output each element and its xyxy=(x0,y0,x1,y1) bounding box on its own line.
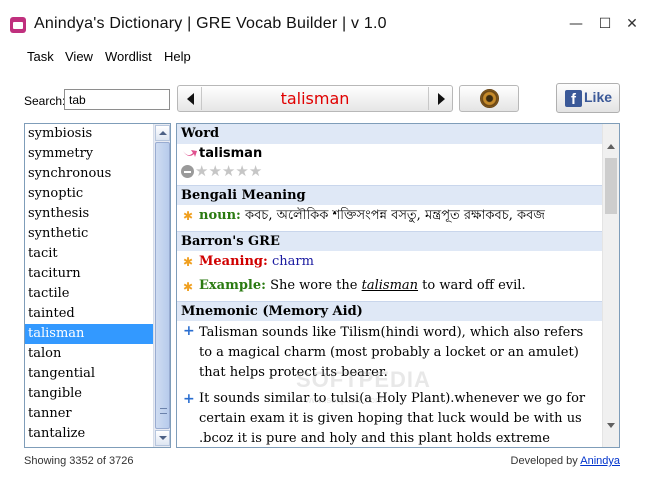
example-word: talisman xyxy=(361,278,419,293)
word-list-item[interactable]: synchronous xyxy=(25,164,154,184)
scroll-up-arrow-icon[interactable] xyxy=(607,144,615,149)
watermark-url: www.softpedia.com xyxy=(305,395,383,405)
word-list-item[interactable]: tacit xyxy=(25,244,154,264)
pink-arrow-icon xyxy=(183,150,197,157)
bengali-meaning: কবচ, অলৌকিক শক্তিসংপন্ন বসতু, মন্ত্রপূত … xyxy=(244,208,545,223)
status-count: Showing 3352 of 3726 xyxy=(24,455,134,467)
rating-row: ★★★★★ xyxy=(177,163,602,181)
entry-word: talisman xyxy=(199,146,263,161)
word-row: talisman xyxy=(177,144,602,163)
meaning-label: Meaning: xyxy=(199,254,268,269)
example-text-before: She wore the xyxy=(270,278,362,293)
word-list-item[interactable]: tangible xyxy=(25,384,154,404)
toolbar: Search: talisman f Like xyxy=(0,68,646,120)
word-list-item[interactable]: tainted xyxy=(25,304,154,324)
word-list-scrollbar[interactable] xyxy=(153,124,170,447)
title-bar: Anindya's Dictionary | GRE Vocab Builder… xyxy=(0,0,646,44)
arrow-right-icon xyxy=(438,93,445,105)
current-word: talisman xyxy=(280,89,350,108)
section-bengali-header: Bengali Meaning xyxy=(177,185,602,205)
author-link[interactable]: Anindya xyxy=(580,455,620,467)
word-list-item[interactable]: taciturn xyxy=(25,264,154,284)
remove-rating-icon[interactable] xyxy=(181,165,194,178)
word-list-item[interactable]: talon xyxy=(25,344,154,364)
star-bullet-icon: ✱ xyxy=(183,209,194,223)
scroll-down-button[interactable] xyxy=(155,430,170,446)
section-mnemonic-header: Mnemonic (Memory Aid) xyxy=(177,301,602,321)
speaker-icon xyxy=(480,89,499,108)
menu-bar: Task View Wordlist Help xyxy=(0,44,646,68)
window-title: Anindya's Dictionary | GRE Vocab Builder… xyxy=(34,15,387,32)
previous-word-button[interactable] xyxy=(179,87,202,110)
minimize-button[interactable]: — xyxy=(565,15,587,33)
menu-help[interactable]: Help xyxy=(164,49,191,64)
grip-icon xyxy=(160,408,167,414)
word-list-item[interactable]: synthesis xyxy=(25,204,154,224)
section-barrons-header: Barron's GRE xyxy=(177,231,602,251)
star-bullet-icon: ✱ xyxy=(183,255,194,269)
search-input[interactable] xyxy=(64,89,170,110)
close-button[interactable]: ✕ xyxy=(621,15,643,33)
app-icon xyxy=(10,17,26,33)
section-word-header: Word xyxy=(177,124,602,144)
definition-content: Word talisman ★★★★★ Bengali Meaning ✱ no… xyxy=(177,124,602,447)
menu-view[interactable]: View xyxy=(65,49,93,64)
mnemonic-text: It sounds similar to tulsi(a Holy Plant)… xyxy=(199,391,586,446)
chevron-down-icon xyxy=(159,436,167,440)
example-label: Example: xyxy=(199,278,266,293)
watermark: SOFTPEDIA xyxy=(296,367,431,392)
word-list-item[interactable]: tantalize xyxy=(25,424,154,444)
meaning-row: ✱ Meaning: charm xyxy=(177,251,602,272)
bengali-row: ✱ noun: কবচ, অলৌকিক শক্তিসংপন্ন বসতু, মন… xyxy=(177,205,602,229)
word-navigator: talisman xyxy=(177,85,453,112)
plus-bullet-icon: + xyxy=(183,391,195,407)
rating-star-2[interactable]: ★ xyxy=(208,162,221,180)
definition-scrollbar[interactable] xyxy=(602,124,619,447)
meaning-value: charm xyxy=(271,254,314,269)
word-list-item[interactable]: symbiosis xyxy=(25,124,154,144)
rating-star-1[interactable]: ★ xyxy=(195,162,208,180)
definition-pane[interactable]: Word talisman ★★★★★ Bengali Meaning ✱ no… xyxy=(176,123,620,448)
scroll-thumb[interactable] xyxy=(605,158,617,214)
word-list-item[interactable]: synoptic xyxy=(25,184,154,204)
example-row: ✱ Example: She wore the talisman to ward… xyxy=(177,272,602,300)
rating-star-3[interactable]: ★ xyxy=(222,162,235,180)
word-list-item[interactable]: talisman xyxy=(25,324,154,344)
mnemonic-item: + It sounds similar to tulsi(a Holy Plan… xyxy=(177,385,602,447)
rating-star-5[interactable]: ★ xyxy=(249,162,262,180)
plus-bullet-icon: + xyxy=(183,323,195,339)
developed-by-label: Developed by xyxy=(510,455,581,467)
rating-star-4[interactable]: ★ xyxy=(235,162,248,180)
word-list-item[interactable]: tanner xyxy=(25,404,154,424)
word-list-items: symbiosis symmetry synchronous synoptic synt… xyxy=(25,124,154,444)
example-text-after: to ward off evil. xyxy=(418,278,526,293)
word-list-item[interactable]: tactile xyxy=(25,284,154,304)
menu-task[interactable]: Task xyxy=(27,49,54,64)
arrow-left-icon xyxy=(187,93,194,105)
menu-wordlist[interactable]: Wordlist xyxy=(105,49,152,64)
word-list-item[interactable]: symmetry xyxy=(25,144,154,164)
word-list-item[interactable]: tangential xyxy=(25,364,154,384)
scroll-up-button[interactable] xyxy=(155,125,170,141)
facebook-like-button[interactable]: f Like xyxy=(556,83,620,113)
pronounce-button[interactable] xyxy=(459,85,519,112)
maximize-button[interactable]: ☐ xyxy=(594,15,616,33)
part-of-speech: noun: xyxy=(199,208,241,223)
facebook-like-label: Like xyxy=(584,89,613,105)
scroll-thumb[interactable] xyxy=(155,142,170,429)
word-list-item[interactable]: synthetic xyxy=(25,224,154,244)
word-list[interactable]: symbiosis symmetry synchronous synoptic synt… xyxy=(24,123,171,448)
star-bullet-icon: ✱ xyxy=(183,280,194,294)
chevron-up-icon xyxy=(159,131,167,135)
search-label: Search: xyxy=(24,94,66,108)
next-word-button[interactable] xyxy=(428,87,451,110)
facebook-icon: f xyxy=(565,90,582,108)
status-credit: Developed by Anindya xyxy=(511,455,620,467)
scroll-down-arrow-icon[interactable] xyxy=(607,423,615,428)
